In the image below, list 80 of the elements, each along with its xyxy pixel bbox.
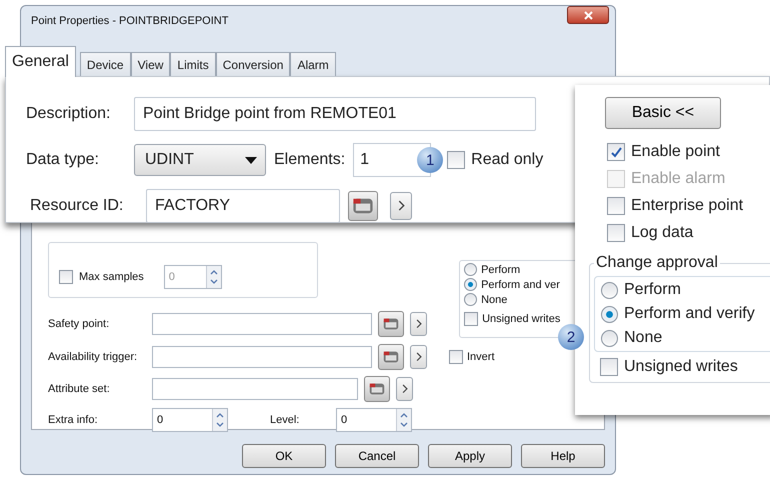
close-icon <box>584 10 592 20</box>
dialog-button[interactable]: Cancel <box>335 444 419 468</box>
dialog-button[interactable]: Apply <box>428 444 512 468</box>
dialog-button[interactable]: OK <box>242 444 326 468</box>
tab[interactable]: General <box>5 46 76 77</box>
field-label: Resource ID: <box>30 197 124 215</box>
text-field[interactable]: Point Bridge point from REMOTE01 <box>134 97 536 131</box>
more-button[interactable] <box>410 312 427 336</box>
spin-field[interactable]: 0 <box>152 408 228 432</box>
basic-toggle-button[interactable]: Basic << <box>605 97 721 129</box>
browse-button[interactable] <box>348 191 378 221</box>
browse-button[interactable] <box>378 344 404 370</box>
checkbox-label: Log data <box>631 224 694 242</box>
caret-icon <box>245 156 257 164</box>
checkbox-label: Unsigned writes <box>482 313 560 325</box>
radio-label: Perform and ver <box>481 278 560 290</box>
group-title: Change approval <box>595 254 719 272</box>
chevron-right-icon <box>416 352 422 362</box>
checkbox-label: Enterprise point <box>631 197 744 215</box>
tab[interactable]: View <box>130 52 170 76</box>
radio-label: Perform <box>481 264 520 276</box>
text-field[interactable]: FACTORY <box>146 189 340 223</box>
field-label: Attribute set: <box>48 383 111 395</box>
field-label: Safety point: <box>48 318 110 330</box>
checkbox[interactable] <box>600 358 618 376</box>
callout-badge: 1 <box>417 147 444 173</box>
more-button[interactable] <box>410 345 427 369</box>
checkbox-label: Enable alarm <box>631 170 726 188</box>
radio-label: None <box>481 294 508 306</box>
more-button[interactable] <box>390 192 412 220</box>
text-field[interactable] <box>152 378 358 400</box>
spin-arrows-icon[interactable] <box>396 409 411 431</box>
radio-label: Perform <box>624 281 681 299</box>
checkbox-label: Invert <box>467 351 495 363</box>
tab[interactable]: Device <box>80 52 131 76</box>
radio-button[interactable] <box>464 293 478 306</box>
tab[interactable]: Conversion <box>216 52 290 76</box>
checkbox[interactable] <box>464 312 478 326</box>
tab[interactable]: Alarm <box>290 52 336 76</box>
field-label: Availability trigger: <box>48 351 138 363</box>
spin-field[interactable]: 0 <box>336 408 412 432</box>
close-button[interactable] <box>567 6 609 24</box>
window-title: Point Properties - POINTBRIDGEPOINT <box>31 15 228 27</box>
checkbox-label: Read only <box>471 151 544 169</box>
browse-button[interactable] <box>378 311 404 337</box>
field-label: Description: <box>26 105 112 123</box>
field-label: Data type: <box>26 151 100 169</box>
radio-button[interactable] <box>601 330 618 346</box>
radio-button[interactable] <box>464 278 478 291</box>
radio-button[interactable] <box>464 263 478 276</box>
field-label: Level: <box>270 414 300 426</box>
chevron-right-icon <box>416 319 422 329</box>
chevron-right-icon <box>402 384 408 394</box>
spin-arrows-icon[interactable] <box>206 266 221 288</box>
checkbox-label: Max samples <box>79 271 144 283</box>
checkbox-label: Unsigned writes <box>624 358 738 376</box>
field-label: Extra info: <box>48 414 99 426</box>
checkmark-icon <box>610 146 622 158</box>
checkbox[interactable] <box>607 197 625 215</box>
field-label: Elements: <box>274 151 346 169</box>
dialog-button[interactable]: Help <box>521 444 605 468</box>
radio-button[interactable] <box>601 282 618 298</box>
checkbox[interactable] <box>607 143 625 161</box>
chevron-right-icon <box>398 200 404 212</box>
more-button[interactable] <box>396 377 413 401</box>
text-field[interactable] <box>152 313 372 335</box>
radio-button[interactable] <box>601 306 618 322</box>
browse-button[interactable] <box>364 376 390 402</box>
spin-arrows-icon[interactable] <box>212 409 227 431</box>
radio-label: Perform and verify <box>624 305 755 323</box>
radio-label: None <box>624 329 662 347</box>
checkbox[interactable] <box>449 350 463 364</box>
checkbox[interactable] <box>607 224 625 242</box>
dropdown[interactable]: UDINT <box>134 144 266 176</box>
checkbox[interactable] <box>59 270 73 284</box>
callout-badge: 2 <box>558 324 584 350</box>
checkbox[interactable] <box>447 151 466 169</box>
checkbox-label: Enable point <box>631 143 720 161</box>
tab[interactable]: Limits <box>170 52 216 76</box>
text-field[interactable] <box>152 346 372 368</box>
